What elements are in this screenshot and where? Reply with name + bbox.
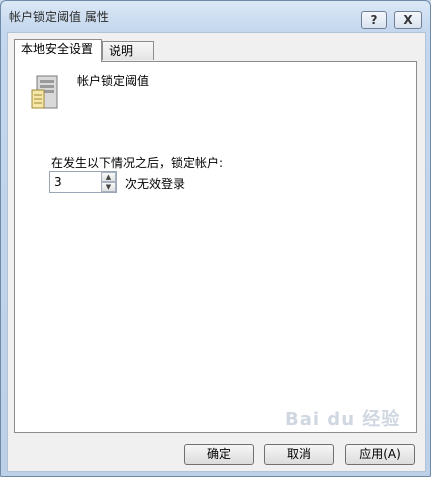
lockout-unit-label: 次无效登录 (125, 177, 186, 191)
ok-button[interactable]: 确定 (184, 444, 254, 465)
cancel-button[interactable]: 取消 (264, 444, 334, 465)
server-policy-icon (31, 75, 58, 109)
tab-explain[interactable]: 说明 (102, 41, 154, 60)
spin-buttons: ▲ ▼ (101, 172, 116, 192)
policy-title: 帐户锁定阈值 (77, 74, 150, 88)
tab-panel: 帐户锁定阈值 在发生以下情况之后，锁定帐户: 3 ▲ ▼ 次无效登录 (14, 61, 417, 433)
apply-button[interactable]: 应用(A) (345, 444, 415, 465)
lockout-description: 在发生以下情况之后，锁定帐户: (51, 156, 224, 170)
close-button[interactable]: X (394, 11, 422, 29)
window-title: 帐户锁定阈值 属性 (9, 10, 109, 24)
lockout-threshold-value[interactable]: 3 (54, 175, 62, 189)
lockout-threshold-spinbox[interactable]: 3 ▲ ▼ (49, 171, 117, 193)
properties-dialog: 帐户锁定阈值 属性 ? X 本地安全设置 说明 帐户锁定阈值 在发生以下情况之后… (0, 0, 431, 477)
dialog-client-area: 本地安全设置 说明 帐户锁定阈值 在发生以下情况之后，锁定帐户: 3 ▲ ▼ 次… (7, 32, 426, 472)
title-bar[interactable]: 帐户锁定阈值 属性 ? X (1, 1, 430, 31)
tab-local-security-setting[interactable]: 本地安全设置 (14, 39, 102, 62)
spin-down-button[interactable]: ▼ (101, 182, 116, 192)
help-button[interactable]: ? (361, 11, 387, 29)
spin-up-button[interactable]: ▲ (101, 172, 116, 182)
